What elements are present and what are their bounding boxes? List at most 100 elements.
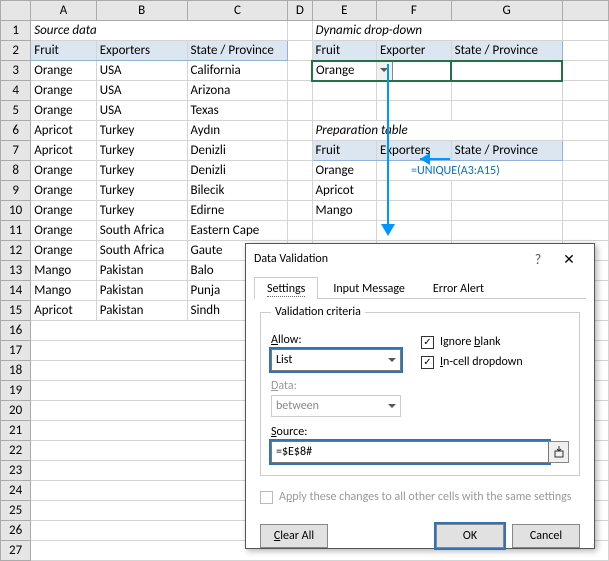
prep-e10[interactable]: Mango [312, 201, 377, 221]
cell[interactable]: Turkey [96, 201, 187, 221]
cell[interactable]: Texas [187, 101, 288, 121]
cell[interactable]: Orange [31, 81, 97, 101]
row-header[interactable]: 6 [1, 121, 31, 141]
cell[interactable] [288, 221, 312, 241]
dropdown-cell-e3[interactable]: Orange [312, 61, 377, 81]
cell[interactable]: USA [96, 61, 187, 81]
row-header[interactable]: 12 [1, 241, 31, 261]
cell[interactable] [288, 61, 312, 81]
col-header-f[interactable]: F [377, 1, 452, 21]
cell[interactable]: Mango [31, 281, 97, 301]
cell[interactable]: Arizona [187, 81, 288, 101]
row-header[interactable]: 15 [1, 301, 31, 321]
cell[interactable] [312, 81, 377, 101]
cell[interactable]: Aydın [187, 121, 288, 141]
row-header[interactable]: 26 [1, 521, 31, 541]
col-header-e[interactable]: E [312, 1, 377, 21]
row-header[interactable]: 13 [1, 261, 31, 281]
cell[interactable]: Orange [31, 101, 97, 121]
row-header[interactable]: 10 [1, 201, 31, 221]
cell[interactable] [451, 81, 562, 101]
cell[interactable] [451, 101, 562, 121]
row-header[interactable]: 5 [1, 101, 31, 121]
cell[interactable] [288, 201, 312, 221]
tab-input-message[interactable]: Input Message [320, 277, 418, 299]
col-header-a[interactable]: A [31, 1, 97, 21]
row-header[interactable]: 4 [1, 81, 31, 101]
row-header[interactable]: 27 [1, 541, 31, 561]
cell[interactable] [451, 61, 562, 81]
prep-e9[interactable]: Apricot [312, 181, 377, 201]
row-header[interactable]: 22 [1, 441, 31, 461]
cell[interactable]: Edirne [187, 201, 288, 221]
allow-dropdown[interactable]: List [271, 349, 401, 371]
row-header[interactable]: 19 [1, 381, 31, 401]
col-header-b[interactable]: B [96, 1, 187, 21]
cell[interactable]: Apricot [31, 141, 97, 161]
row-header[interactable]: 21 [1, 421, 31, 441]
cell[interactable] [451, 221, 562, 241]
ignore-blank-checkbox[interactable]: ✓ Ignore blank [421, 335, 569, 349]
cell[interactable] [288, 41, 312, 61]
row-header[interactable]: 16 [1, 321, 31, 341]
cell[interactable]: Turkey [96, 121, 187, 141]
tab-error-alert[interactable]: Error Alert [420, 277, 497, 299]
cell[interactable]: South Africa [96, 221, 187, 241]
row-header[interactable]: 23 [1, 461, 31, 481]
cell[interactable]: Pakistan [96, 301, 187, 321]
cell[interactable]: Pakistan [96, 261, 187, 281]
in-cell-dropdown-checkbox[interactable]: ✓ In-cell dropdown [421, 355, 569, 369]
row-header[interactable]: 18 [1, 361, 31, 381]
cancel-button[interactable]: Cancel [512, 524, 580, 548]
cell[interactable]: California [187, 61, 288, 81]
row-header[interactable]: 20 [1, 401, 31, 421]
cell[interactable] [312, 221, 377, 241]
clear-all-button[interactable]: Clear All [260, 524, 328, 548]
row-header[interactable]: 1 [1, 21, 31, 41]
cell[interactable]: Orange [31, 201, 97, 221]
cell[interactable]: Pakistan [96, 281, 187, 301]
dropdown-button[interactable] [377, 61, 394, 81]
row-header[interactable]: 9 [1, 181, 31, 201]
close-button[interactable]: ✕ [552, 251, 586, 268]
cell[interactable] [288, 161, 312, 181]
tab-settings[interactable]: Settings [254, 277, 318, 299]
row-header[interactable]: 8 [1, 161, 31, 181]
cell[interactable]: Orange [31, 61, 97, 81]
cell[interactable]: Eastern Cape [187, 221, 288, 241]
select-all-corner[interactable] [1, 1, 31, 21]
cell[interactable]: South Africa [96, 241, 187, 261]
help-button[interactable]: ? [524, 251, 552, 268]
cell[interactable] [288, 21, 312, 41]
col-header-d[interactable]: D [288, 1, 312, 21]
cell[interactable]: Apricot [31, 121, 97, 141]
cell[interactable] [288, 141, 312, 161]
row-header[interactable]: 24 [1, 481, 31, 501]
range-picker-button[interactable] [549, 441, 569, 463]
cell[interactable]: Orange [31, 241, 97, 261]
row-header[interactable]: 11 [1, 221, 31, 241]
cell[interactable] [288, 121, 312, 141]
row-header[interactable]: 3 [1, 61, 31, 81]
row-header[interactable]: 2 [1, 41, 31, 61]
row-header[interactable]: 14 [1, 281, 31, 301]
cell[interactable] [451, 181, 562, 201]
cell[interactable]: Denizli [187, 161, 288, 181]
cell[interactable]: Mango [31, 261, 97, 281]
col-header-c[interactable]: C [187, 1, 288, 21]
prep-e8[interactable]: Orange [312, 161, 377, 181]
col-header-g[interactable]: G [451, 1, 562, 21]
ok-button[interactable]: OK [436, 524, 504, 548]
cell[interactable] [312, 101, 377, 121]
cell[interactable]: Orange [31, 181, 97, 201]
cell[interactable]: Orange [31, 221, 97, 241]
cell[interactable] [288, 101, 312, 121]
cell[interactable]: Turkey [96, 161, 187, 181]
row-header[interactable]: 7 [1, 141, 31, 161]
cell[interactable]: Orange [31, 161, 97, 181]
cell[interactable]: Turkey [96, 181, 187, 201]
cell[interactable] [451, 201, 562, 221]
cell[interactable]: Denizli [187, 141, 288, 161]
cell[interactable]: Turkey [96, 141, 187, 161]
cell[interactable]: Apricot [31, 301, 97, 321]
